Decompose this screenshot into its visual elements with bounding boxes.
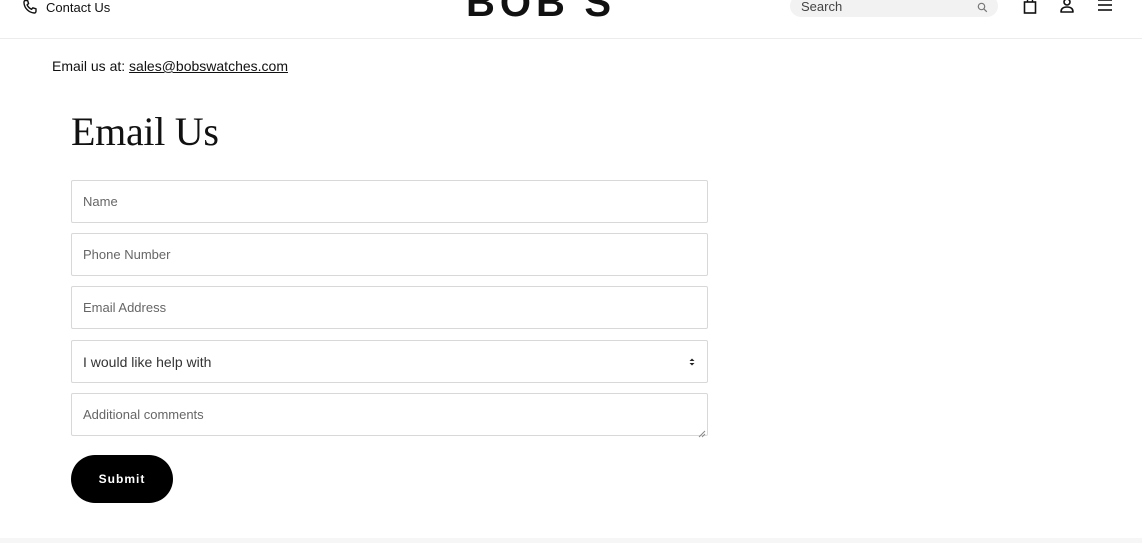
- bag-icon[interactable]: [1022, 0, 1038, 20]
- footer-divider: [0, 538, 1142, 543]
- submit-button[interactable]: Submit: [71, 455, 173, 503]
- help-topic-select[interactable]: I would like help with: [71, 340, 708, 383]
- select-arrows-icon: [688, 354, 696, 370]
- contact-us-link[interactable]: Contact Us: [22, 0, 110, 16]
- site-header: Contact Us BOB'S: [0, 0, 1142, 39]
- phone-field[interactable]: [71, 233, 708, 276]
- email-field[interactable]: [71, 286, 708, 329]
- email-link[interactable]: sales@bobswatches.com: [129, 58, 288, 74]
- search-icon[interactable]: [977, 0, 988, 18]
- bobs-logo[interactable]: BOB'S: [466, 0, 634, 20]
- help-topic-value: I would like help with: [83, 353, 212, 370]
- name-field[interactable]: [71, 180, 708, 223]
- search-input[interactable]: [801, 0, 961, 14]
- menu-icon[interactable]: [1096, 0, 1114, 18]
- search-box: [790, 0, 998, 17]
- phone-icon: [22, 0, 38, 15]
- contact-us-label: Contact Us: [46, 0, 111, 15]
- account-icon[interactable]: [1059, 0, 1075, 20]
- resize-grip-icon[interactable]: [698, 425, 706, 443]
- email-contact-line: Email us at: sales@bobswatches.com: [52, 58, 288, 74]
- page-title: Email Us: [71, 109, 219, 154]
- email-prefix: Email us at:: [52, 58, 126, 74]
- logo-text: BOB'S: [466, 0, 634, 20]
- comments-field[interactable]: [71, 393, 708, 436]
